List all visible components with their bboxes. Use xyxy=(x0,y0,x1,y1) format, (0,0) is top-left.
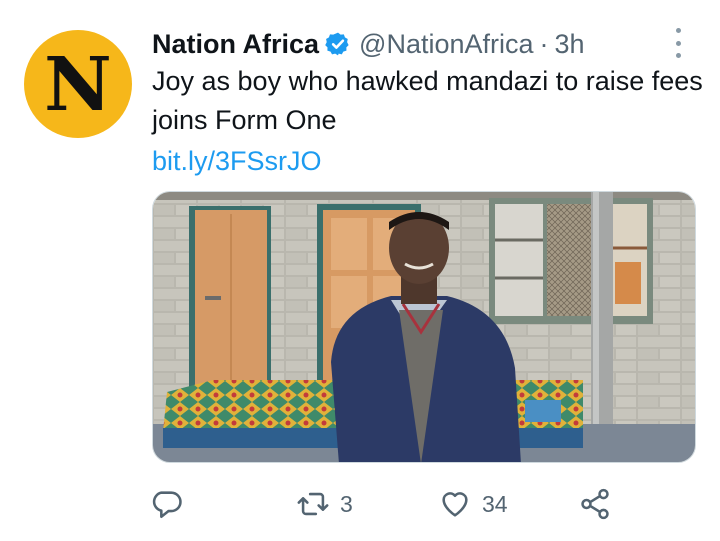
tweet-photo[interactable] xyxy=(152,191,696,463)
timestamp[interactable]: 3h xyxy=(555,29,585,60)
more-options-icon[interactable] xyxy=(666,28,690,58)
author-name[interactable]: Nation Africa xyxy=(152,29,319,60)
verified-badge-icon xyxy=(325,32,349,56)
share-icon xyxy=(581,488,609,520)
retweet-button[interactable]: 3 xyxy=(296,482,353,526)
tweet-link[interactable]: bit.ly/3FSsrJO xyxy=(152,142,322,181)
author-handle[interactable]: @NationAfrica xyxy=(359,29,533,60)
retweet-icon xyxy=(297,492,329,516)
photo-scene xyxy=(153,192,695,462)
retweet-count: 3 xyxy=(340,490,353,517)
like-button[interactable]: 34 xyxy=(438,482,508,526)
like-count: 34 xyxy=(482,490,508,517)
action-bar: 3 34 xyxy=(150,482,670,526)
avatar[interactable]: N xyxy=(24,30,132,138)
reply-icon xyxy=(152,491,182,519)
share-button[interactable] xyxy=(578,482,612,526)
heart-icon xyxy=(442,492,468,517)
avatar-letter: N xyxy=(44,42,112,128)
separator-dot: · xyxy=(539,28,549,59)
tweet-header: Nation Africa @NationAfrica · 3h xyxy=(152,26,585,62)
tweet-text: Joy as boy who hawked mandazi to raise f… xyxy=(152,66,703,135)
reply-button[interactable] xyxy=(150,482,194,526)
